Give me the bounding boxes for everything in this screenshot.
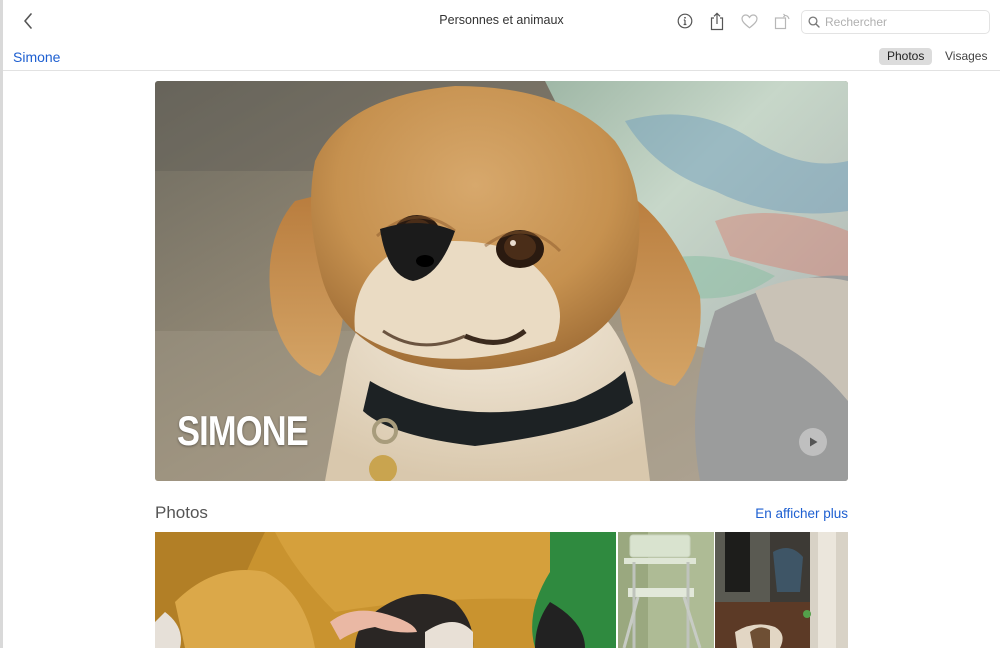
play-button[interactable] [799,428,827,456]
section-title: Photos [155,503,208,522]
toolbar: Personnes et animaux [3,0,1000,42]
rotate-icon [774,13,790,29]
person-name[interactable]: Simone [13,49,60,65]
favorite-button[interactable] [738,10,760,32]
search-input[interactable] [825,15,975,29]
subheader: Simone Photos Visages [3,42,1000,71]
tab-visages[interactable]: Visages [937,48,995,65]
photo-thumbnail[interactable] [155,532,616,648]
heart-icon [740,13,758,29]
play-icon [810,437,818,447]
photo-thumbnail[interactable] [618,532,714,648]
info-icon [677,13,693,29]
photo-thumbnail[interactable] [715,532,848,648]
info-button[interactable] [674,10,696,32]
photo-room [715,532,848,648]
search-icon [808,16,820,28]
share-button[interactable] [706,10,728,32]
share-icon [710,11,724,30]
memory-hero-image[interactable]: SIMONE [155,81,848,481]
memory-title: SIMONE [177,407,309,454]
window-left-edge [0,0,3,648]
photo-dog-on-sofa [155,532,616,648]
show-more-link[interactable]: En afficher plus [755,506,848,521]
tab-photos[interactable]: Photos [879,48,933,65]
photo-chair [618,532,714,648]
search-field[interactable] [801,10,990,34]
rotate-button[interactable] [771,10,793,32]
